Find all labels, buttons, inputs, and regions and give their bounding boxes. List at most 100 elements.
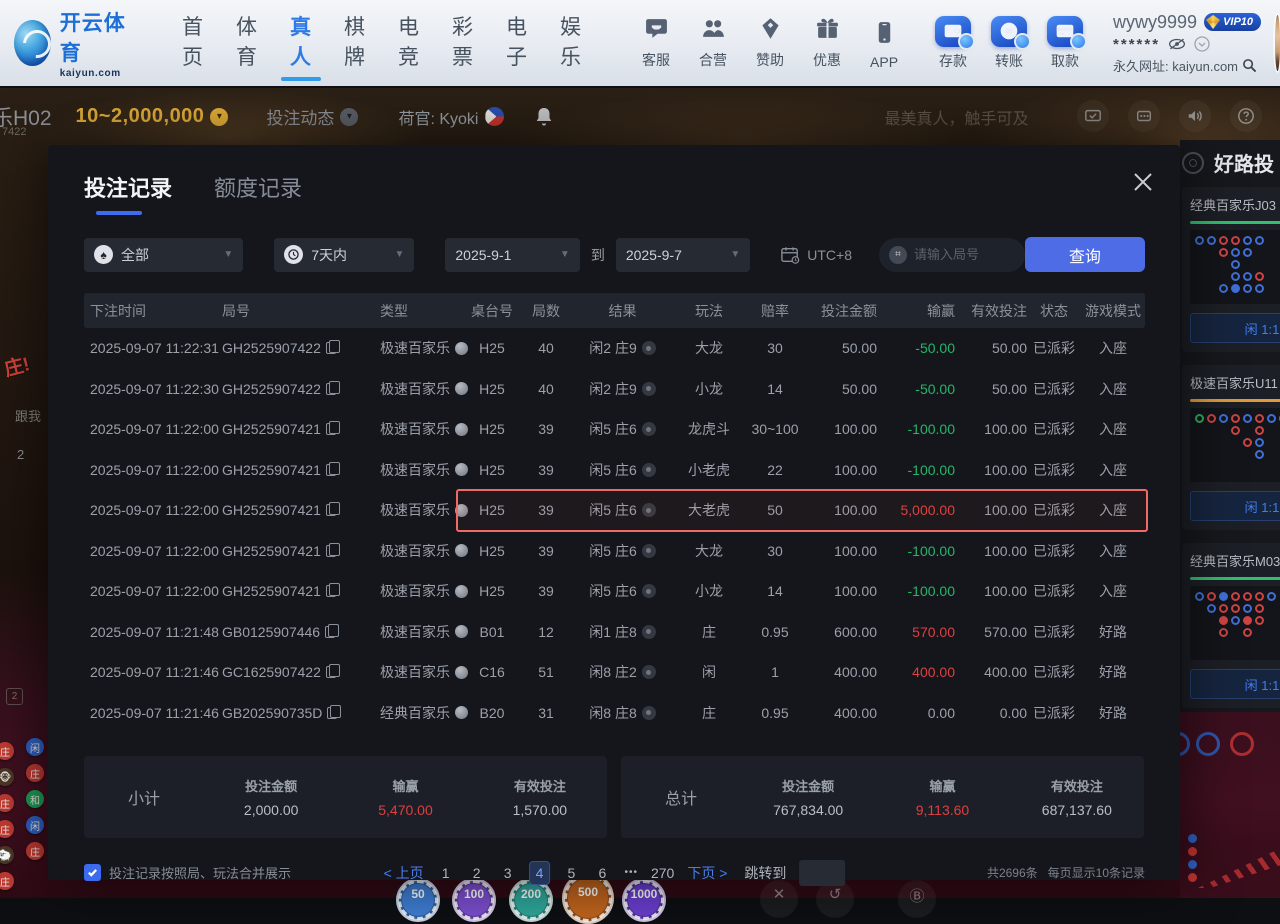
banker-bet-icon[interactable]: Ⓑ [898, 880, 936, 918]
nav-item-首页[interactable]: 首页 [182, 5, 203, 81]
nav-item-彩票[interactable]: 彩票 [452, 5, 473, 81]
permanent-url[interactable]: 永久网址: kaiyun.com [1113, 56, 1238, 75]
volume-icon[interactable] [1179, 100, 1211, 132]
game-mode: 好路 [1081, 662, 1145, 682]
road-bet-button[interactable]: 闲 1:1 [1190, 313, 1280, 343]
copy-icon[interactable] [326, 504, 336, 516]
copy-icon[interactable] [326, 545, 336, 557]
page-3[interactable]: 3 [499, 865, 517, 881]
tab-投注记录[interactable]: 投注记录 [84, 171, 172, 215]
timezone-display: UTC+8 [780, 246, 852, 264]
table-row[interactable]: 2025-09-07 11:22:00GH2525907421极速百家乐H253… [84, 409, 1145, 450]
road-panel-icon[interactable] [1182, 152, 1204, 174]
table-row[interactable]: 2025-09-07 11:22:31GH2525907422极速百家乐H254… [84, 328, 1145, 369]
result-detail-icon[interactable] [642, 382, 656, 396]
notification-bell-icon[interactable] [534, 106, 554, 128]
undo-bet-icon[interactable]: ↺ [816, 880, 854, 918]
table-row[interactable]: 2025-09-07 11:22:00GH2525907421极速百家乐H253… [84, 450, 1145, 491]
nav-item-电竞[interactable]: 电竞 [398, 5, 419, 81]
magnifier-icon[interactable] [1242, 58, 1257, 73]
page-2[interactable]: 2 [468, 865, 486, 881]
result-detail-icon[interactable] [642, 463, 656, 477]
wallet-action-转账[interactable]: 转账 [989, 16, 1029, 71]
betting-layout-fragment [1180, 712, 1280, 898]
nav-item-娱乐[interactable]: 娱乐 [560, 5, 581, 81]
table-row[interactable]: 2025-09-07 11:22:00GH2525907421极速百家乐H253… [84, 531, 1145, 572]
nav-item-电子[interactable]: 电子 [506, 5, 527, 81]
copy-icon[interactable] [327, 707, 337, 719]
query-button[interactable]: 查询 [1025, 237, 1145, 272]
result-detail-icon[interactable] [642, 584, 656, 598]
game-type-text: 极速百家乐 [380, 581, 450, 601]
road-card-极速百家乐U11[interactable]: 极速百家乐U11闲 1:1 [1182, 365, 1280, 530]
page-5[interactable]: 5 [562, 865, 580, 881]
table-row[interactable]: 2025-09-07 11:22:30GH2525907422极速百家乐H254… [84, 369, 1145, 410]
category-select[interactable]: ♠ 全部 ▼ [84, 238, 243, 272]
quick-action-合营[interactable]: 合营 [693, 16, 733, 70]
prev-page-button[interactable]: < 上页 [384, 863, 424, 883]
copy-icon[interactable] [326, 666, 336, 678]
road-card-经典百家乐M03[interactable]: 经典百家乐M03闲 1:1 [1182, 543, 1280, 708]
road-bet-button[interactable]: 闲 1:1 [1190, 669, 1280, 699]
date-from-select[interactable]: 2025-9-1 ▼ [445, 238, 579, 272]
nav-item-棋牌[interactable]: 棋牌 [344, 5, 365, 81]
page-6[interactable]: 6 [593, 865, 611, 881]
cancel-bets-icon[interactable]: ✕ [760, 880, 798, 918]
copy-icon[interactable] [326, 383, 336, 395]
bet-range-chevron-icon[interactable]: ▾ [210, 108, 228, 126]
date-to-select[interactable]: 2025-9-7 ▼ [616, 238, 750, 272]
table-row[interactable]: 2025-09-07 11:21:46GB202590735D经典百家乐B203… [84, 693, 1145, 734]
tab-额度记录[interactable]: 额度记录 [214, 171, 302, 215]
copy-icon[interactable] [326, 342, 336, 354]
result-detail-icon[interactable] [642, 625, 656, 639]
next-page-button[interactable]: 下页 > [687, 863, 727, 883]
result-detail-icon[interactable] [642, 422, 656, 436]
result-detail-icon[interactable] [642, 665, 656, 679]
stream-line-icon[interactable] [1128, 100, 1160, 132]
username[interactable]: wywy9999 [1113, 12, 1197, 33]
quick-action-APP[interactable]: APP [864, 20, 904, 70]
video-quality-icon[interactable] [1077, 100, 1109, 132]
eye-off-icon[interactable] [1168, 37, 1186, 51]
game-type: 极速百家乐 [372, 500, 464, 520]
table-row[interactable]: 2025-09-07 11:21:46GC1625907422极速百家乐C165… [84, 652, 1145, 693]
road-card-经典百家乐J03[interactable]: 经典百家乐J03闲 1:1 [1182, 187, 1280, 352]
page-4[interactable]: 4 [530, 862, 550, 884]
road-badge-column-1: 庄🐵庄庄🐑庄 [0, 742, 14, 890]
period-select[interactable]: 7天内 ▼ [274, 238, 414, 272]
copy-icon[interactable] [326, 423, 336, 435]
round-search-input[interactable] [914, 247, 1015, 262]
merge-checkbox[interactable] [84, 864, 101, 881]
jump-to-input[interactable] [799, 860, 845, 886]
table-row[interactable]: 2025-09-07 11:21:48GB0125907446极速百家乐B011… [84, 612, 1145, 653]
quick-action-客服[interactable]: 客服 [636, 16, 676, 70]
result-detail-icon[interactable] [642, 544, 656, 558]
nav-item-真人[interactable]: 真人 [290, 5, 311, 81]
wallet-action-存款[interactable]: 存款 [933, 16, 973, 71]
result-detail-icon[interactable] [642, 341, 656, 355]
copy-icon[interactable] [325, 626, 335, 638]
road-bet-button[interactable]: 闲 1:1 [1190, 491, 1280, 521]
close-icon[interactable] [1130, 169, 1156, 195]
avatar[interactable] [1275, 15, 1280, 71]
wallet-action-取款[interactable]: 取款 [1045, 16, 1085, 71]
wallet-actions: 存款转账取款 [933, 16, 1085, 71]
nav-item-体育[interactable]: 体育 [236, 5, 257, 81]
result-detail-icon[interactable] [642, 503, 656, 517]
road-dot [1207, 414, 1216, 423]
bet-feed-chevron-icon[interactable]: ▾ [340, 108, 358, 126]
quick-action-优惠[interactable]: 优惠 [807, 16, 847, 70]
page-1[interactable]: 1 [437, 865, 455, 881]
result-detail-icon[interactable] [642, 706, 656, 720]
bet-feed-label[interactable]: 投注动态 [266, 104, 334, 129]
site-logo[interactable]: 开云体育 kaiyun.com [14, 7, 130, 79]
table-row[interactable]: 2025-09-07 11:22:00GH2525907421极速百家乐H253… [84, 490, 1145, 531]
quick-action-赞助[interactable]: 赞助 [750, 16, 790, 70]
page-270[interactable]: 270 [651, 865, 674, 881]
copy-icon[interactable] [326, 585, 336, 597]
help-icon[interactable] [1230, 100, 1262, 132]
table-row[interactable]: 2025-09-07 11:22:00GH2525907421极速百家乐H253… [84, 571, 1145, 612]
chevron-down-icon[interactable] [1194, 36, 1210, 52]
copy-icon[interactable] [326, 464, 336, 476]
vip-badge[interactable]: VIP10 [1204, 13, 1261, 31]
